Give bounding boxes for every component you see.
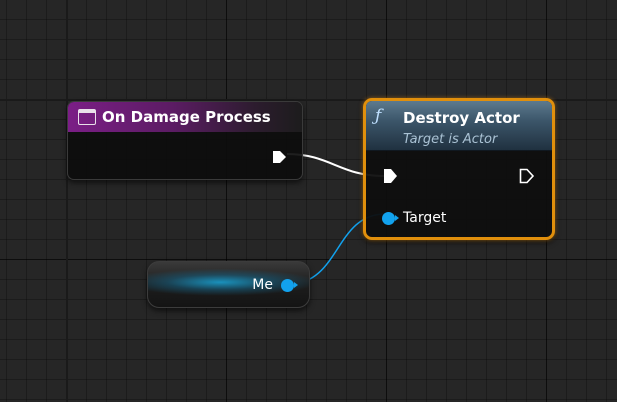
function-node-destroy-actor[interactable]: ƒ Destroy Actor Target is Actor Target [363,98,555,240]
function-node-title: Destroy Actor [403,109,520,127]
exec-output-pin[interactable] [272,149,288,168]
event-node-title: On Damage Process [102,108,271,126]
object-pin-icon [382,211,399,225]
blueprint-graph-canvas[interactable]: On Damage Process ƒ Destroy Actor Target… [0,0,617,402]
function-node-header[interactable]: ƒ Destroy Actor Target is Actor [366,101,552,151]
self-reference-node[interactable]: Me [147,261,310,308]
exec-pin-icon [384,169,397,183]
target-pin-label: Target [403,210,447,226]
exec-output-pin[interactable] [519,168,535,188]
function-icon: ƒ [375,106,382,126]
self-output-pin[interactable]: Me [252,277,298,293]
event-node-header[interactable]: On Damage Process [68,102,302,132]
object-pin-icon [281,278,298,292]
event-node-on-damage-process[interactable]: On Damage Process [67,101,303,180]
target-input-pin[interactable]: Target [382,210,446,226]
event-icon [78,109,96,125]
self-node-label: Me [252,277,273,293]
exec-pin-outline-icon [519,168,535,184]
exec-input-pin[interactable] [383,168,399,188]
function-node-subtitle: Target is Actor [403,132,498,147]
exec-pin-icon [273,151,286,163]
